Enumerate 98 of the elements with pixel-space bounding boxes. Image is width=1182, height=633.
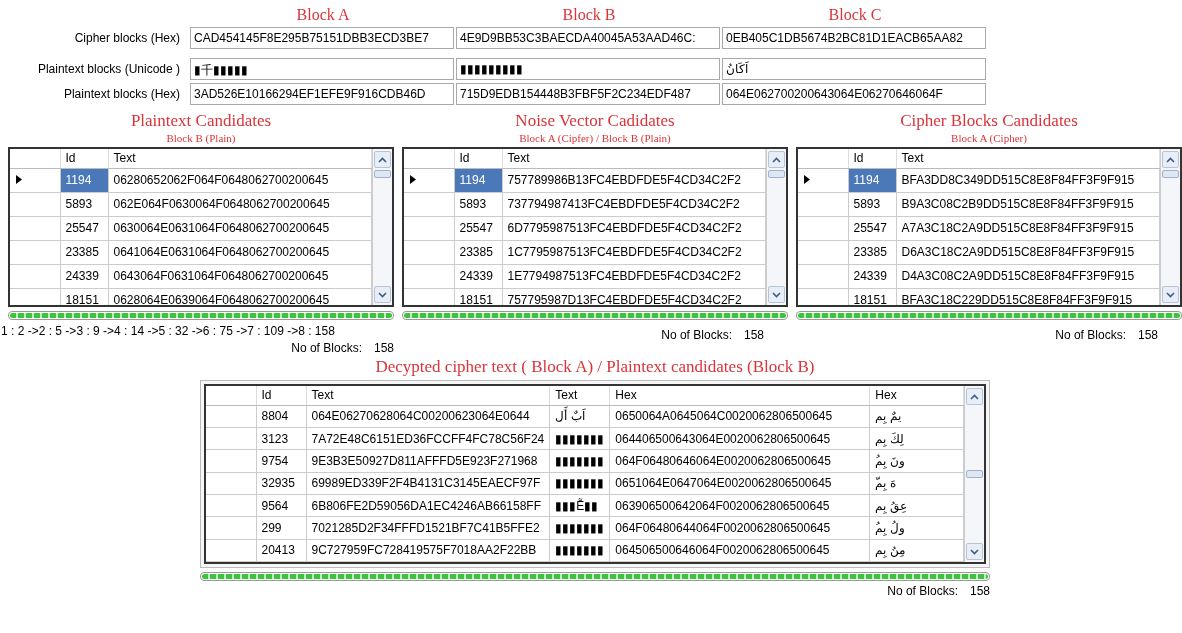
table-cell[interactable]: BFA3DD8C349DD515C8E8F84FF3F9F915 [896,168,1160,192]
table-cell: 064506500646064F0020062806500645 [609,539,870,562]
scrollbar[interactable] [372,149,392,305]
scrollbar[interactable] [766,149,786,305]
scroll-down-button[interactable] [374,286,391,303]
column-header[interactable]: Text [896,149,1160,168]
panel-title: Decypted cipher text ( Block A) / Plaintext candidates (Block B) [374,357,816,377]
table-cell[interactable]: 1E7794987513FC4EBDFDE5F4CD34C2F2 [502,264,766,288]
table-cell[interactable]: 0643064F0631064F0648062700200645 [108,264,372,288]
scroll-down-button[interactable] [966,543,983,560]
field-label: Plaintext blocks (Unicode ) [36,62,181,76]
block-field[interactable]: ▮▮▮▮▮▮▮▮▮ [456,58,720,80]
table-cell: 7A72E48C6151ED36FCCFF4FC78C56F24 [306,427,550,450]
row-pointer-icon [804,175,810,184]
column-header[interactable]: Id [454,149,502,168]
scroll-thumb[interactable] [966,470,983,478]
chevron-down-icon [772,291,781,298]
count-label: No of Blocks: [661,328,732,342]
scroll-up-button[interactable] [768,151,785,168]
column-header[interactable]: Id [60,149,108,168]
count-label: No of Blocks: [291,341,362,355]
scroll-up-button[interactable] [1162,151,1179,168]
table-cell: 064F06480646064E0020062806500645 [609,449,870,473]
chevron-down-icon [1166,291,1175,298]
column-header[interactable]: Id [848,149,896,168]
scroll-thumb[interactable] [374,170,391,178]
scroll-down-button[interactable] [1162,286,1179,303]
table-cell[interactable]: A7A3C18C2A9DD515C8E8F84FF3F9F915 [896,216,1160,240]
panel-subtitle: Block B (Plain) [165,132,237,144]
block-field[interactable]: 064E062700200643064E06270646064F [722,83,986,105]
scroll-thumb[interactable] [1162,170,1179,178]
column-header[interactable]: Hex [869,386,964,405]
chevron-up-icon [378,156,387,163]
block-heading: Block A [295,6,351,24]
table-cell[interactable]: 06280652062F064F0648062700200645 [108,168,372,192]
count-label: No of Blocks: [1055,328,1126,342]
block-field[interactable]: CAD454145F8E295B75151DBB3ECD3BE7 [190,27,454,49]
chevron-up-icon [1166,156,1175,163]
sequence-text: 1 : 2 ->2 : 5 ->3 : 9 ->4 : 14 ->5 : 32 ->6 : 75 ->7 : 109 ->8 : 158 [1,324,336,338]
scroll-down-button[interactable] [768,286,785,303]
chevron-up-icon [772,156,781,163]
scroll-thumb[interactable] [768,170,785,178]
chevron-up-icon [970,393,979,400]
scroll-up-button[interactable] [374,151,391,168]
scrollbar[interactable] [964,386,984,562]
table-cell: 69989ED339F2F4B4131C3145EAECF97F [306,472,550,495]
panel-title: Cipher Blocks Candidates [899,111,1079,131]
table-cell[interactable]: 737794987413FC4EBDFDE5F4CD34C2F2 [502,192,766,216]
block-field[interactable]: ▮千▮▮▮▮▮ [190,58,454,80]
panel-title: Plaintext Candidates [129,111,273,131]
column-header[interactable]: Text [306,386,550,405]
block-field[interactable]: 3AD526E10166294EF1EFE9F916CDB46D [190,83,454,105]
scroll-up-button[interactable] [966,388,983,405]
count-value: 158 [373,341,394,355]
table-cell: 064F06480644064F0020062806500645 [609,516,870,540]
table-cell: 6B806FE2D59056DA1EC4246AB66158FF [306,494,550,517]
block-field[interactable]: 4E9D9BB53C3BAECDA40045A53AAD46C: [456,27,720,49]
table-cell: 0651064E0647064E0020062806500645 [609,472,870,495]
table-cell[interactable]: D6A3C18C2A9DD515C8E8F84FF3F9F915 [896,240,1160,264]
table-cell: 064E06270628064C00200623064E0644 [306,405,550,428]
table-cell[interactable]: 6D7795987513FC4EBDFDE5F4CD34C2F2 [502,216,766,240]
table-cell[interactable]: B9A3C08C2B9DD515C8E8F84FF3F9F915 [896,192,1160,216]
table-cell[interactable]: 062E064F0630064F0648062700200645 [108,192,372,216]
count-value: 158 [743,328,764,342]
row-pointer-icon [16,175,22,184]
table-cell[interactable]: D4A3C08C2A9DD515C8E8F84FF3F9F915 [896,264,1160,288]
block-field[interactable]: 715D9EDB154448B3FBF5F2C234EDF487 [456,83,720,105]
table-cell: 9E3B3E50927D811AFFFD5E923F271968 [306,449,550,473]
table-cell[interactable]: 0630064E0631064F0648062700200645 [108,216,372,240]
block-field[interactable]: اَكَانُ [722,58,986,80]
table-cell: 9C727959FC728419575F7018AA2F22BB [306,539,550,562]
field-label: Cipher blocks (Hex) [73,31,181,45]
table-cell: 7021285D2F34FFFD1521BF7C41B5FFE2 [306,516,550,540]
count-value: 158 [1137,328,1158,342]
row-pointer-icon [410,175,416,184]
chevron-down-icon [970,548,979,555]
table-cell: 063906500642064F0020062806500645 [609,494,870,517]
panel-subtitle: Block A (Cipfer) / Block B (Plain) [518,132,672,144]
scrollbar[interactable] [1160,149,1180,305]
count-value: 158 [969,584,990,598]
panel-subtitle: Block A (Cipher) [950,132,1028,144]
table-cell: 0650064A0645064C0020062806500645 [609,405,870,428]
block-field[interactable]: 0EB405C1DB5674B2BC81D1EACB65AA82 [722,27,986,49]
column-header[interactable]: Hex [609,386,870,405]
table-cell[interactable]: 1C7795987513FC4EBDFDE5F4CD34C2F2 [502,240,766,264]
chevron-down-icon [378,291,387,298]
table-cell: 064406500643064E0020062806500645 [609,427,870,450]
table-cell[interactable]: 757789986B13FC4EBDFDE5F4CD34C2F2 [502,168,766,192]
field-label: Plaintext blocks (Hex) [62,87,181,101]
column-header[interactable]: Text [549,386,610,405]
block-heading: Block C [827,6,883,24]
column-header[interactable]: Id [256,386,306,405]
table-cell[interactable]: 0641064E0631064F0648062700200645 [108,240,372,264]
column-header[interactable]: Text [108,149,372,168]
block-heading: Block B [561,6,617,24]
panel-title: Noise Vector Cadidates [514,111,676,131]
column-header[interactable]: Text [502,149,766,168]
count-label: No of Blocks: [887,584,958,598]
